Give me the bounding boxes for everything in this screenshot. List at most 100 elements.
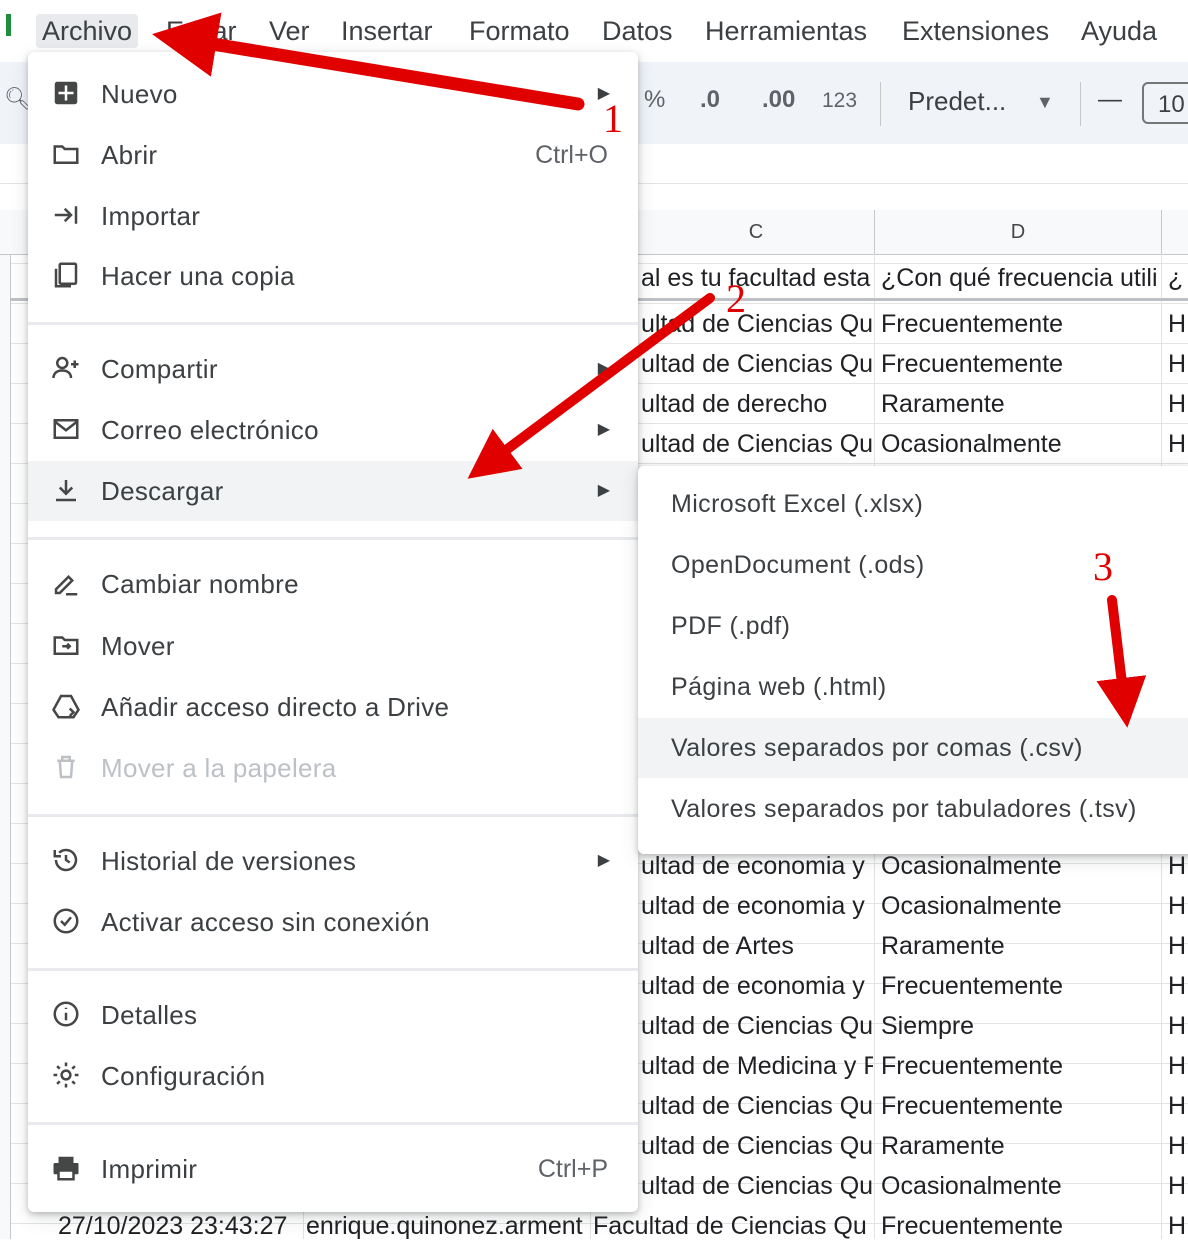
table-cell[interactable]: H xyxy=(1168,1126,1188,1166)
increase-decimal-button[interactable]: .00 xyxy=(762,86,795,114)
menu-formato[interactable]: Formato xyxy=(463,14,576,48)
menu-item-descargar[interactable]: Descargar ▶ xyxy=(28,461,638,521)
table-cell[interactable]: Raramente xyxy=(881,384,1159,424)
menu-item-label: Mover xyxy=(101,631,175,661)
menu-item-compartir[interactable]: Compartir ▶ xyxy=(28,339,638,399)
table-cell[interactable]: Ocasionalmente xyxy=(881,424,1159,464)
table-cell[interactable]: H xyxy=(1168,926,1188,966)
table-cell[interactable]: H xyxy=(1168,1046,1188,1086)
printer-icon xyxy=(50,1153,82,1185)
menu-herramientas[interactable]: Herramientas xyxy=(699,14,873,48)
table-cell[interactable]: ultad de Ciencias Qu xyxy=(641,1166,873,1206)
table-cell[interactable]: ultad de Ciencias Qu xyxy=(641,304,873,344)
menu-item-sin-conexion[interactable]: Activar acceso sin conexión xyxy=(28,892,638,952)
table-cell[interactable]: H xyxy=(1168,1206,1188,1246)
menu-item-detalles[interactable]: Detalles xyxy=(28,985,638,1045)
submenu-item-csv[interactable]: Valores separados por comas (.csv) xyxy=(638,718,1188,778)
table-cell[interactable]: ultad de Ciencias Qu xyxy=(641,344,873,384)
table-cell[interactable]: Ocasionalmente xyxy=(881,1166,1159,1206)
menu-item-cambiar-nombre[interactable]: Cambiar nombre xyxy=(28,554,638,614)
table-cell[interactable]: ultad de economia y i xyxy=(641,886,873,926)
table-cell[interactable]: Frecuentemente xyxy=(881,1086,1159,1126)
submenu-item-label: PDF (.pdf) xyxy=(671,612,791,640)
menu-extensiones[interactable]: Extensiones xyxy=(896,14,1055,48)
header-cell-e[interactable]: ¿ xyxy=(1168,258,1188,298)
table-cell[interactable]: H xyxy=(1168,344,1188,384)
submenu-item-label: Página web (.html) xyxy=(671,673,887,701)
table-cell[interactable]: Frecuentemente xyxy=(881,1046,1159,1086)
table-cell[interactable]: ultad de Ciencias Qu xyxy=(641,1126,873,1166)
submenu-item-ods[interactable]: OpenDocument (.ods) xyxy=(638,535,1188,595)
table-cell[interactable]: Ocasionalmente xyxy=(881,886,1159,926)
menu-archivo[interactable]: Archivo xyxy=(36,14,139,48)
header-cell-d[interactable]: ¿Con qué frecuencia utili xyxy=(881,258,1159,298)
column-header-c[interactable]: C xyxy=(638,210,875,254)
table-cell[interactable]: H xyxy=(1168,424,1188,464)
submenu-item-pdf[interactable]: PDF (.pdf) xyxy=(638,596,1188,656)
menu-ver[interactable]: Ver xyxy=(263,14,316,48)
menu-item-label: Correo electrónico xyxy=(101,415,319,445)
percent-format-button[interactable]: % xyxy=(644,86,665,114)
table-cell[interactable]: Frecuentemente xyxy=(881,344,1159,384)
table-cell[interactable]: ultad de Ciencias Qu xyxy=(641,424,873,464)
table-cell[interactable]: Frecuentemente xyxy=(881,966,1159,1006)
table-cell[interactable]: ultad de derecho xyxy=(641,384,873,424)
table-cell[interactable]: enrique.quinonez.arment xyxy=(306,1206,590,1246)
menu-item-label: Mover a la papelera xyxy=(101,753,337,783)
menu-item-acceso-directo[interactable]: Añadir acceso directo a Drive xyxy=(28,677,638,737)
table-cell[interactable]: H xyxy=(1168,1166,1188,1206)
table-cell[interactable]: ultad de Artes xyxy=(641,926,873,966)
table-cell[interactable]: Facultad de Ciencias Qu xyxy=(593,1206,873,1246)
menu-item-imprimir[interactable]: Imprimir Ctrl+P xyxy=(28,1139,638,1199)
table-cell[interactable]: H xyxy=(1168,966,1188,1006)
table-cell[interactable]: H xyxy=(1168,1086,1188,1126)
header-cell-c[interactable]: al es tu facultad esta xyxy=(641,258,873,298)
chevron-down-icon[interactable]: ▼ xyxy=(1036,92,1054,113)
new-sheet-icon xyxy=(50,78,82,110)
menu-item-label: Importar xyxy=(101,201,201,231)
submenu-item-html[interactable]: Página web (.html) xyxy=(638,657,1188,717)
font-size-input[interactable]: 10 xyxy=(1142,82,1188,124)
menu-item-abrir[interactable]: Abrir Ctrl+O xyxy=(28,125,638,185)
table-cell[interactable]: H xyxy=(1168,384,1188,424)
menu-item-label: Detalles xyxy=(101,1000,198,1030)
menu-datos[interactable]: Datos xyxy=(596,14,679,48)
table-cell[interactable]: 27/10/2023 23:43:27 xyxy=(58,1206,302,1246)
column-header-d[interactable]: D xyxy=(875,210,1162,254)
menu-item-mover[interactable]: Mover xyxy=(28,616,638,676)
menu-item-label: Historial de versiones xyxy=(101,846,357,876)
menu-editar[interactable]: Editar xyxy=(160,14,243,48)
table-cell[interactable]: ultad de Ciencias Qu xyxy=(641,1086,873,1126)
menu-divider xyxy=(28,968,638,971)
toolbar-divider xyxy=(880,82,881,126)
menu-item-importar[interactable]: Importar xyxy=(28,186,638,246)
table-cell[interactable]: Frecuentemente xyxy=(881,1206,1159,1246)
table-cell[interactable]: ultad de Medicina y F xyxy=(641,1046,873,1086)
menu-item-hacer-copia[interactable]: Hacer una copia xyxy=(28,246,638,306)
menu-item-label: Hacer una copia xyxy=(101,261,295,291)
number-format-button[interactable]: 123 xyxy=(822,89,857,113)
font-size-decrease-button[interactable]: — xyxy=(1098,86,1122,114)
gear-icon xyxy=(50,1060,82,1092)
font-family-select[interactable]: Predet... xyxy=(908,86,1006,117)
table-cell[interactable]: ultad de economia y i xyxy=(641,966,873,1006)
menu-item-configuracion[interactable]: Configuración xyxy=(28,1046,638,1106)
history-icon xyxy=(50,845,82,877)
menu-item-correo[interactable]: Correo electrónico ▶ xyxy=(28,400,638,460)
table-cell[interactable]: Raramente xyxy=(881,1126,1159,1166)
table-cell[interactable]: Raramente xyxy=(881,926,1159,966)
menu-ayuda[interactable]: Ayuda xyxy=(1075,14,1163,48)
table-cell[interactable]: Siempre xyxy=(881,1006,1159,1046)
menu-item-historial[interactable]: Historial de versiones ▶ xyxy=(28,831,638,891)
submenu-item-xlsx[interactable]: Microsoft Excel (.xlsx) xyxy=(638,474,1188,534)
table-cell[interactable]: Frecuentemente xyxy=(881,304,1159,344)
menu-item-nuevo[interactable]: Nuevo ▶ xyxy=(28,64,638,124)
submenu-item-tsv[interactable]: Valores separados por tabuladores (.tsv) xyxy=(638,779,1188,839)
menu-item-label: Abrir xyxy=(101,140,158,170)
decrease-decimal-button[interactable]: .0 xyxy=(700,86,720,114)
table-cell[interactable]: H xyxy=(1168,304,1188,344)
table-cell[interactable]: H xyxy=(1168,886,1188,926)
menu-insertar[interactable]: Insertar xyxy=(335,14,439,48)
table-cell[interactable]: H xyxy=(1168,1006,1188,1046)
table-cell[interactable]: ultad de Ciencias Qu xyxy=(641,1006,873,1046)
